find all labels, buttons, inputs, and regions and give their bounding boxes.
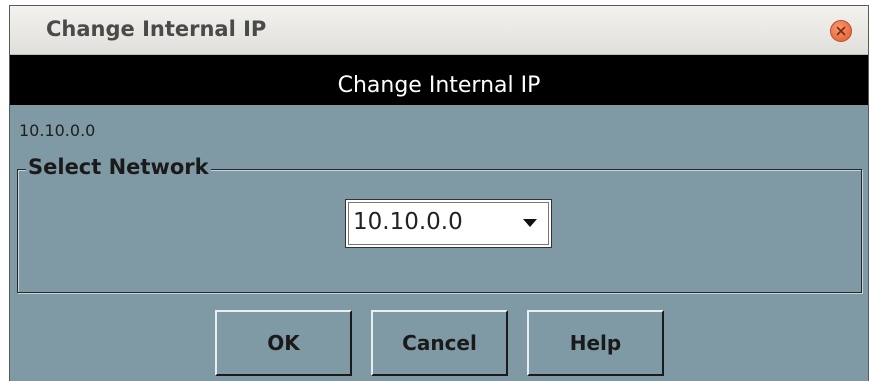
ok-button[interactable]: OK bbox=[215, 310, 352, 376]
window-title: Change Internal IP bbox=[46, 17, 267, 41]
title-bar[interactable]: Change Internal IP bbox=[10, 6, 868, 55]
current-ip-label: 10.10.0.0 bbox=[19, 121, 96, 140]
dialog-header: Change Internal IP bbox=[10, 55, 868, 105]
close-icon bbox=[836, 26, 846, 36]
cancel-button[interactable]: Cancel bbox=[371, 310, 508, 376]
network-select-value: 10.10.0.0 bbox=[353, 209, 463, 235]
select-network-legend: Select Network bbox=[26, 155, 211, 179]
help-button[interactable]: Help bbox=[527, 310, 664, 376]
close-button[interactable] bbox=[830, 20, 852, 42]
triangle-down-icon bbox=[523, 219, 537, 227]
dialog-window: Change Internal IP Change Internal IP 10… bbox=[9, 5, 869, 381]
network-select[interactable]: 10.10.0.0 bbox=[345, 199, 552, 248]
